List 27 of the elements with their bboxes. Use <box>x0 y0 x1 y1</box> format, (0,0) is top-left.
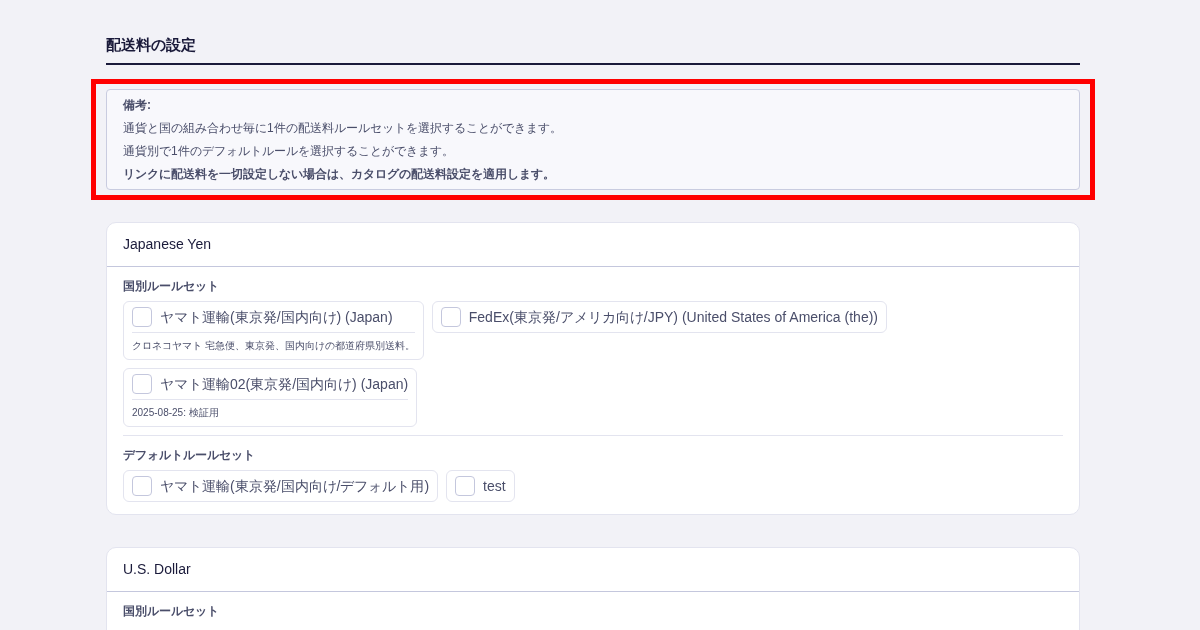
checkbox[interactable] <box>132 306 152 327</box>
option-label: ヤマト運輸(東京発/国内向け) (Japan) <box>160 307 393 327</box>
option-label: FedEx(東京発/アメリカ向け/JPY) (United States of America (the)) <box>468 307 878 327</box>
section-label: 国別ルールセット <box>123 278 219 293</box>
rule-option[interactable]: ヤマト運輸02(東京発/国内向け) (Japan) 2025-08-25: 検証用 <box>123 367 418 427</box>
rule-option[interactable]: ヤマト運輸(東京発/国内向け/デフォルト用) <box>123 469 439 502</box>
note-line: リンクに配送料を一切設定しない場合は、カタログの配送料設定を適用します。 <box>123 165 556 183</box>
option-label: ヤマト運輸02(東京発/国内向け) (Japan) <box>160 374 409 394</box>
section-label: デフォルトルールセット <box>123 447 255 462</box>
checkbox[interactable] <box>440 306 461 327</box>
rule-option[interactable]: test <box>446 469 515 502</box>
option-description: クロネコヤマト 宅急便、東京発、国内向けの都道府県別送料。 <box>132 339 415 351</box>
checkbox[interactable] <box>132 373 152 394</box>
page-title: 配送料の設定 <box>106 35 197 55</box>
currency-title: U.S. Dollar <box>123 560 191 578</box>
currency-title: Japanese Yen <box>123 235 211 253</box>
option-label: test <box>483 476 506 496</box>
option-description: 2025-08-25: 検証用 <box>132 406 219 418</box>
rule-option[interactable]: FedEx(東京発/アメリカ向け/JPY) (United States of America (the)) <box>431 300 887 333</box>
note-line: 通貨別で1件のデフォルトルールを選択することができます。 <box>123 142 455 160</box>
checkbox[interactable] <box>132 475 152 496</box>
note-line: 通貨と国の組み合わせ毎に1件の配送料ルールセットを選択することができます。 <box>123 119 563 137</box>
rule-option[interactable]: ヤマト運輸(東京発/国内向け) (Japan) クロネコヤマト 宅急便、東京発、国内向けの都道府県別送料。 <box>123 300 424 360</box>
option-label: ヤマト運輸(東京発/国内向け/デフォルト用) <box>160 476 430 496</box>
notes-heading: 備考: <box>123 96 152 114</box>
section-label: 国別ルールセット <box>123 603 219 618</box>
checkbox[interactable] <box>455 475 476 496</box>
